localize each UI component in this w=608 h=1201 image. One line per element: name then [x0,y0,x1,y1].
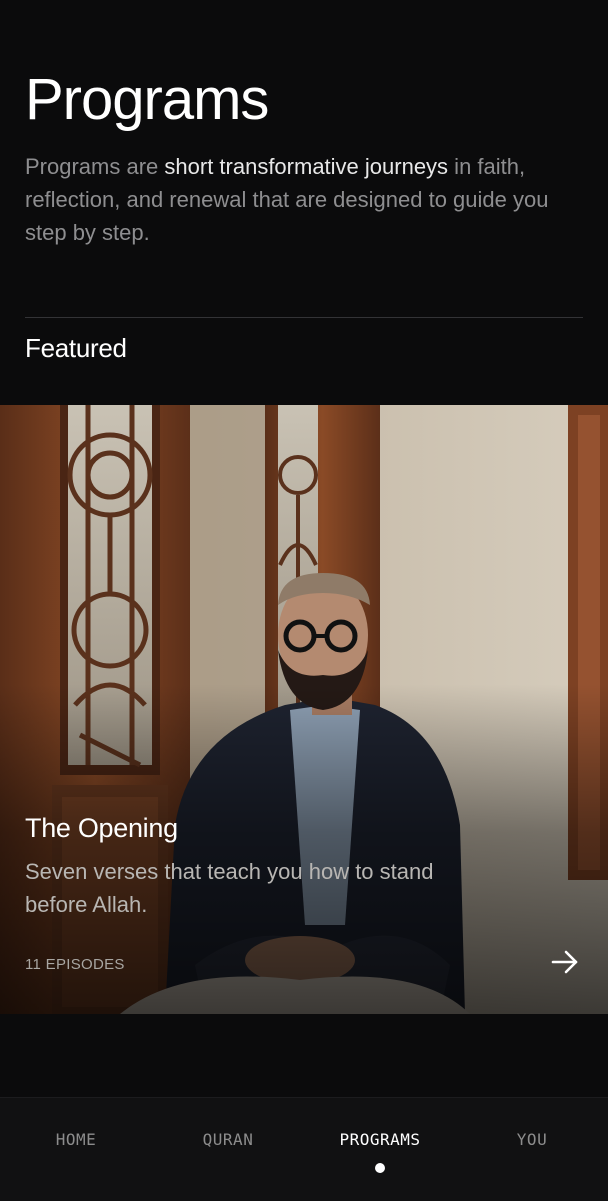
episode-count: 11 EPISODES [25,956,125,973]
page-title: Programs [25,67,269,132]
programs-intro: Programs are short transformative journe… [25,150,585,249]
card-title: The Opening [25,813,178,843]
tab-programs[interactable]: PROGRAMS [304,1130,456,1149]
page-header: Programs Programs are short transformati… [25,64,585,249]
tab-home[interactable]: HOME [0,1130,152,1149]
section-divider [25,317,583,318]
bottom-tab-bar: HOME QURAN PROGRAMS YOU [0,1097,608,1201]
intro-highlight: short transformative journeys [164,154,449,179]
featured-program-card[interactable]: The Opening Seven verses that teach you … [0,405,608,1014]
card-description: Seven verses that teach you how to stand… [25,859,434,917]
featured-section-label: Featured [25,333,127,363]
arrow-right-icon[interactable] [548,945,582,979]
active-tab-indicator [375,1163,385,1173]
tab-you[interactable]: YOU [456,1130,608,1149]
intro-text-start: Programs are [25,154,165,179]
tab-quran[interactable]: QURAN [152,1130,304,1149]
